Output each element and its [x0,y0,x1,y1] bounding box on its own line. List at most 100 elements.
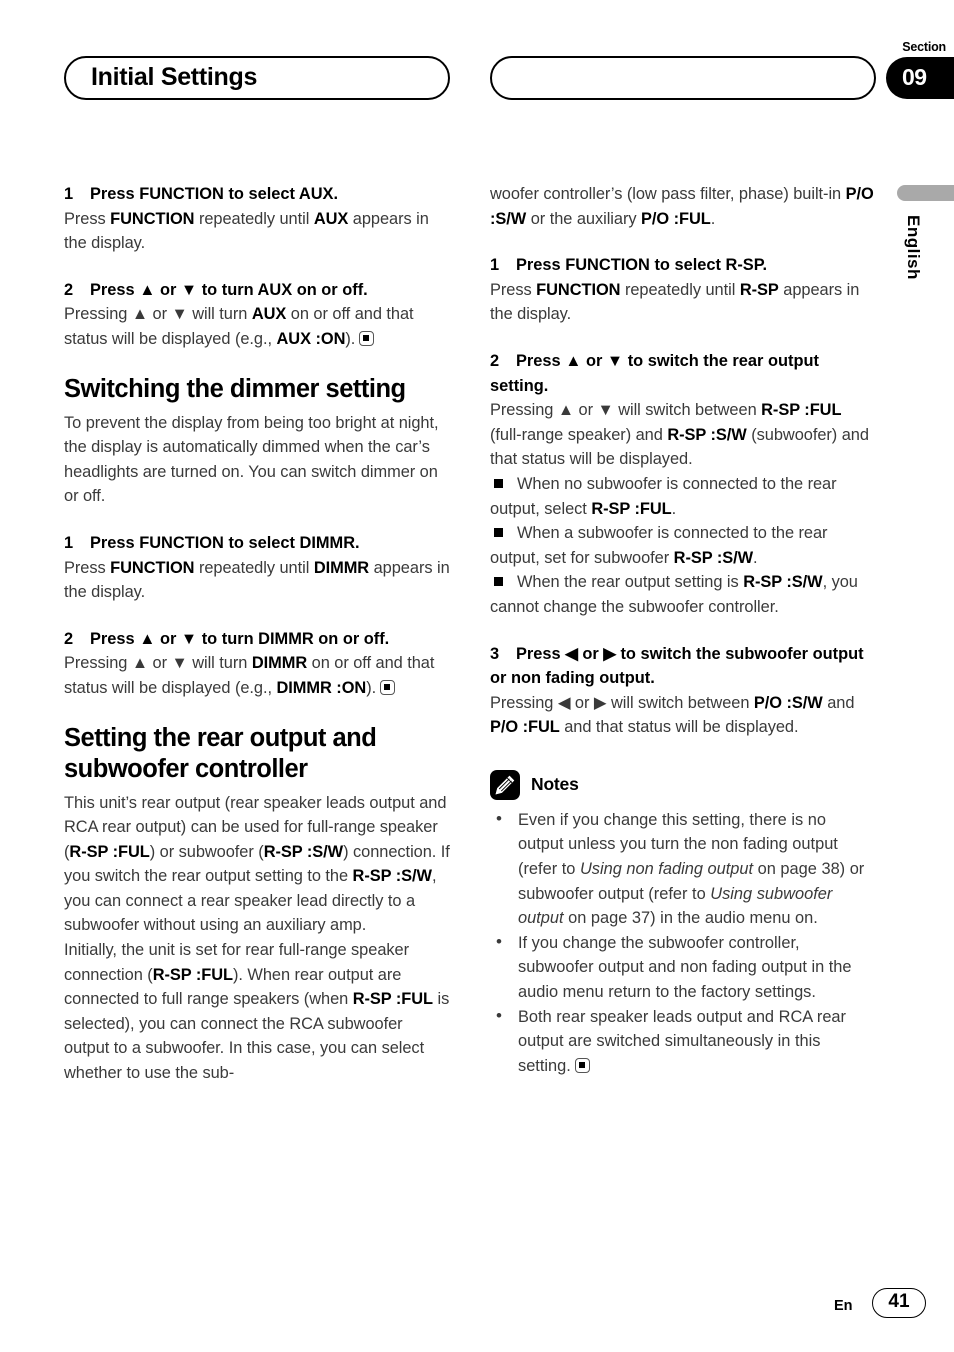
step-block-dimmr-2: 2 Press ▲ or ▼ to turn DIMMR on or off. P… [64,627,450,701]
text-run: ). [366,678,377,697]
step-heading: 1 Press FUNCTION to select DIMMR. [64,531,450,556]
end-of-section-marker-icon [380,679,396,695]
section-body-rear-p2: Initially, the unit is set for rear full… [64,938,450,1086]
square-bullet-item: When no subwoofer is connected to the re… [490,472,876,521]
text-run-italic: Using non fading output [579,860,754,879]
text-run: or the auxiliary [526,209,642,228]
step-block-aux-1: 1 Press FUNCTION to select AUX. Press FUN… [64,182,450,256]
text-run: Pressing ▲ or ▼ will turn [64,305,252,324]
text-run: repeatedly until [194,558,314,577]
step-heading-text: Press ◀ or ▶ to switch the subwoofer out… [490,644,864,688]
text-run-bold: FUNCTION [110,558,195,577]
text-run: . [753,548,758,567]
text-run-bold: P/O :S/W [753,693,823,712]
step-number: 1 [490,256,500,275]
text-run: When a subwoofer is connected to the rea… [490,524,828,567]
text-run-bold: R-SP :FUL [69,842,150,861]
text-run-bold: R-SP [739,280,779,299]
step-body: Pressing ▲ or ▼ will turn AUX on or off … [64,302,450,351]
text-run-bold: AUX [313,209,349,228]
text-run-bold: R-SP :FUL [352,990,434,1009]
step-heading: 1 Press FUNCTION to select R-SP. [490,253,876,278]
section-number-badge: 09 [886,57,954,99]
square-bullet-icon [494,577,503,587]
section-intro-dimmer: To prevent the display from being too br… [64,413,439,506]
step-block-rsp-3: 3 Press ◀ or ▶ to switch the subwoofer ou… [490,642,876,740]
text-run: on page 37) in the audio menu on. [563,909,818,928]
section-body-rear-p1: This unit’s rear output (rear speaker le… [64,791,450,939]
step-heading: 2 Press ▲ or ▼ to turn DIMMR on or off. [64,627,450,652]
text-run-bold: AUX [251,305,287,324]
step-number: 1 [64,185,74,203]
square-bullet-icon [494,528,503,538]
page-number: 41 [872,1288,926,1318]
text-run-bold: P/O :FUL [490,718,560,737]
step-heading-text: Press ▲ or ▼ to switch the rear output s… [490,351,819,395]
end-of-section-marker-icon [359,330,375,346]
margin-language-label: English [904,215,923,280]
note-item: Both rear speaker leads output and RCA r… [490,1004,876,1079]
text-run-bold: DIMMR [313,558,370,577]
step-number: 2 [64,629,74,648]
column-continuation-text: woofer controller’s (low pass filter, ph… [490,182,876,231]
text-run: (full-range speaker) and [490,425,668,444]
step-number: 3 [490,644,500,663]
section-heading-dimmer: Switching the dimmer setting [64,374,406,403]
footer-language-code: En [834,1298,853,1314]
text-run-bold: R-SP :S/W [352,867,432,886]
step-number: 2 [490,351,500,370]
note-item: Even if you change this setting, there i… [490,807,876,931]
page-title: Initial Settings [91,62,258,91]
text-run: ). [345,329,356,348]
text-run-bold: R-SP :FUL [761,401,842,420]
step-body: Press FUNCTION repeatedly until R-SP app… [490,278,876,327]
step-block-rsp-1: 1 Press FUNCTION to select R-SP. Press FU… [490,253,876,327]
page-header: Initial Settings Section 09 [0,0,954,150]
text-run: Both rear speaker leads output and RCA r… [518,1007,847,1075]
text-run: repeatedly until [194,209,314,228]
header-title-bubble-right [490,56,876,100]
text-run: ) or subwoofer ( [149,842,264,861]
section-number: 09 [902,63,927,90]
text-run: Press [64,558,111,577]
text-run-bold: R-SP :S/W [263,842,344,861]
step-number: 1 [64,533,74,552]
step-heading-text: Press FUNCTION to select AUX. [90,185,339,203]
square-bullet-icon [494,478,503,488]
text-run-bold: P/O :FUL [641,209,711,228]
step-block-aux-2: 2 Press ▲ or ▼ to turn AUX on or off. Pre… [64,278,450,352]
margin-tab-bar [897,185,954,201]
pencil-icon [490,769,520,800]
text-run-bold: R-SP :S/W [673,548,754,567]
step-heading-text: Press FUNCTION to select R-SP. [516,256,768,275]
notes-header: Notes [490,769,876,800]
step-heading: 3 Press ◀ or ▶ to switch the subwoofer ou… [490,642,876,691]
page-footer: En 41 [0,1282,954,1352]
text-run: and [822,693,855,712]
left-column: 1 Press FUNCTION to select AUX. Press FUN… [64,182,450,1086]
step-heading: 2 Press ▲ or ▼ to turn AUX on or off. [64,278,450,303]
text-run: . [671,499,677,518]
text-run-bold: R-SP :S/W [667,425,747,444]
section-label: Section [902,40,946,54]
text-run: . [710,209,716,228]
step-body: Press FUNCTION repeatedly until AUX appe… [64,207,450,256]
text-run-bold: R-SP :FUL [152,965,233,984]
text-run-bold: AUX :ON [276,329,346,348]
text-run-bold: FUNCTION [536,280,621,299]
step-block-rsp-2: 2 Press ▲ or ▼ to switch the rear output … [490,349,876,620]
step-number: 2 [64,280,74,299]
step-body: Pressing ▲ or ▼ will switch between R-SP… [490,398,876,472]
text-run-bold: FUNCTION [110,209,195,228]
step-body: Press FUNCTION repeatedly until DIMMR ap… [64,556,450,605]
step-body: Pressing ▲ or ▼ will turn DIMMR on or of… [64,651,450,700]
text-run: Pressing ▲ or ▼ will turn [64,654,252,673]
step-heading: 1 Press FUNCTION to select AUX. [64,182,450,207]
text-run: and that status will be displayed. [559,718,799,737]
right-column: woofer controller’s (low pass filter, ph… [490,182,876,1078]
text-run: woofer controller’s (low pass filter, ph… [490,185,846,203]
square-bullet-item: When a subwoofer is connected to the rea… [490,521,876,570]
step-heading: 2 Press ▲ or ▼ to switch the rear output … [490,349,876,398]
section-heading-rear-output: Setting the rear output and subwoofer co… [64,723,377,783]
text-run: When the rear output setting is [517,573,744,592]
